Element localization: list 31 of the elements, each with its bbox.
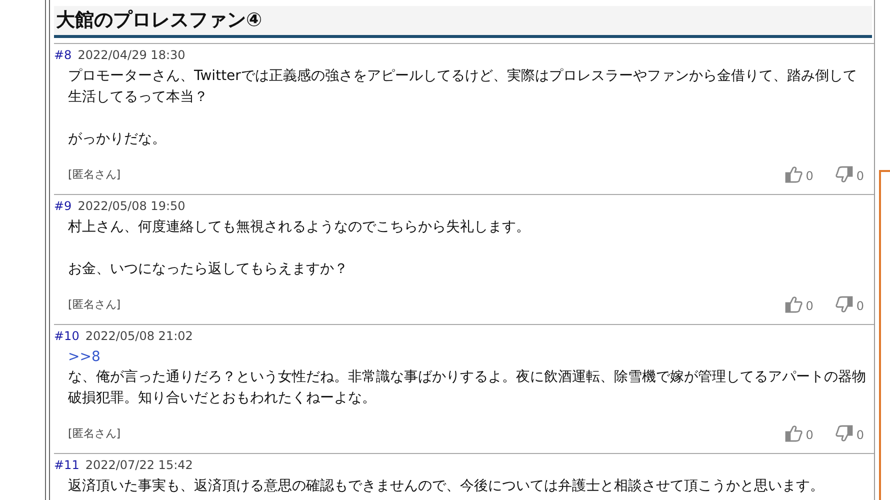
thumbs-down-icon bbox=[835, 296, 854, 313]
comment-text: 村上さん、何度連絡しても無視されるようなのでこちらから失礼します。 bbox=[68, 218, 531, 237]
like-button[interactable]: 0 bbox=[784, 425, 814, 442]
author-name: [匿名さん] bbox=[68, 426, 121, 441]
comment-text: プロモーターさん、Twitterでは正義感の強さをアピールしてるけど、実際はプロレスラーやファンから金借りて、踏み倒して生活してるって本当？ bbox=[68, 67, 858, 107]
thumbs-down-icon bbox=[835, 425, 854, 442]
comment-number-link[interactable]: #8 bbox=[54, 47, 72, 64]
thumbs-down-icon bbox=[835, 166, 854, 183]
like-button[interactable]: 0 bbox=[784, 296, 814, 313]
dislike-button[interactable]: 0 bbox=[835, 425, 864, 442]
comment-number-link[interactable]: #11 bbox=[54, 457, 80, 474]
comment-text: 返済頂いた事実も、返済頂ける意思の確認もできませんので、今後については弁護士と相談させて頂こうかと思います。 bbox=[68, 477, 825, 496]
comment-number-link[interactable]: #10 bbox=[54, 328, 80, 345]
reply-link[interactable]: >>8 bbox=[68, 347, 866, 367]
comment-date: 2022/05/08 19:50 bbox=[78, 198, 186, 215]
thumbs-up-icon bbox=[784, 425, 803, 442]
like-button[interactable]: 0 bbox=[784, 166, 814, 183]
comment-date: 2022/05/08 21:02 bbox=[85, 328, 193, 345]
comment-text: な、俺が言った通りだろ？という女性だね。非常識な事ばかりするよ。夜に飲酒運転、除雪機で嫁が管理してるアパートの器物破損犯罪。知り合いだとおもわれたくねーよな。 bbox=[68, 368, 866, 408]
comment-text: お金、いつになったら返してもらえますか？ bbox=[68, 260, 349, 279]
author-name: [匿名さん] bbox=[68, 297, 121, 312]
dislike-button[interactable]: 0 bbox=[835, 296, 864, 313]
comment-date: 2022/07/22 15:42 bbox=[85, 457, 193, 474]
comment-date: 2022/04/29 18:30 bbox=[78, 47, 186, 64]
comment-number-link[interactable]: #9 bbox=[54, 198, 72, 215]
author-name: [匿名さん] bbox=[68, 167, 121, 182]
thumbs-up-icon bbox=[784, 296, 803, 313]
thumbs-up-icon bbox=[784, 166, 803, 183]
thread-title: 大館のプロレスファン④ bbox=[54, 6, 872, 38]
comment-text: がっかりだな。 bbox=[68, 130, 167, 149]
dislike-button[interactable]: 0 bbox=[835, 166, 864, 183]
